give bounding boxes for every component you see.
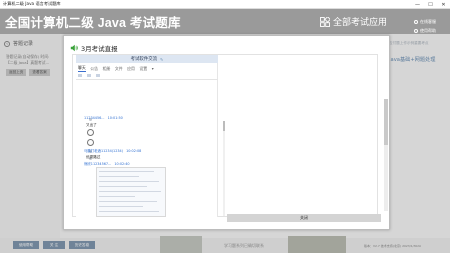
shared-screenshot [96, 167, 166, 217]
dialog-title: 3月考试直报 [81, 45, 118, 53]
screenshot-line [99, 196, 135, 198]
group-title-bar: 考试软件交流 ✎ [76, 55, 218, 63]
message-time: 10:02:08 [126, 149, 142, 153]
tab-notice[interactable]: 公告 [90, 66, 98, 72]
chat-message-header: 11234456... 10:01:50 [84, 116, 123, 120]
chat-divider [76, 79, 218, 80]
screenshot-line [99, 176, 139, 178]
emoji-icon [87, 129, 94, 136]
window-titlebar: 计算机二级 Java 语言考试题库 — ☐ ✕ [0, 0, 450, 9]
chat-scrollbar[interactable] [223, 121, 225, 216]
header-links: 在线客服 使用帮助 [414, 19, 436, 34]
dialog-scroll-thumb[interactable] [384, 99, 388, 145]
all-exams-label: 全部考试应用 [333, 18, 388, 28]
tab-chat[interactable]: 聊天 [78, 65, 86, 72]
all-exams-button[interactable]: 全部考试应用 [320, 15, 387, 28]
message-time: 10:01:50 [107, 116, 123, 120]
message-time: 10:02:40 [114, 162, 130, 166]
window-title: 计算机二级 Java 语言考试题库 [3, 1, 61, 6]
screenshot-line [99, 201, 157, 203]
app-title: 全国计算机二级 Java 考试题库 [5, 16, 181, 30]
chat-message-header: 熊欣11234567... 10:02:40 [84, 161, 130, 166]
tab-files[interactable]: 文件 [115, 66, 123, 72]
sender-name: 马鹏打老酒11234(1234) [84, 149, 124, 153]
support-icon [414, 20, 418, 24]
support-link[interactable]: 在线客服 [414, 19, 436, 25]
dialog-content: 考试软件交流 ✎ 聊天 公告 相册 文件 应用 设置 ▾ 11234456... [72, 54, 388, 217]
chat-scroll-thumb[interactable] [223, 121, 225, 131]
exam-news-dialog: 3月考试直报 考试软件交流 ✎ 聊天 公告 相册 文件 应用 设置 ▾ 1123… [63, 35, 390, 230]
message-text: 又出了 [86, 123, 97, 127]
chat-tabs: 聊天 公告 相册 文件 应用 设置 ▾ [76, 65, 218, 72]
screenshot-line [99, 186, 147, 188]
screenshot-line [99, 211, 159, 213]
tool-icon-1[interactable] [78, 74, 82, 77]
tab-more-icon[interactable]: ▾ [152, 66, 154, 71]
tool-icon-2[interactable] [87, 74, 91, 77]
window-controls: — ☐ ✕ [411, 0, 450, 9]
message-text: 优秀路过 [86, 155, 101, 159]
close-window-button[interactable]: ✕ [437, 0, 450, 9]
screenshot-line [99, 181, 159, 183]
chat-message-header: 马鹏打老酒11234(1234) 10:02:08 [84, 148, 141, 153]
tab-settings[interactable]: 设置 [139, 66, 147, 72]
emoji-icon [87, 139, 94, 146]
tool-icon-3[interactable] [96, 74, 100, 77]
minimize-button[interactable]: — [411, 0, 424, 9]
screenshot-line [99, 171, 154, 173]
help-icon [414, 29, 418, 33]
close-dialog-button[interactable]: 关闭 [227, 214, 381, 222]
screenshot-line [99, 206, 143, 208]
support-label: 在线客服 [420, 19, 436, 24]
apps-grid-icon [320, 16, 330, 27]
speaker-icon [70, 44, 78, 52]
screenshot-line [99, 191, 161, 193]
group-title: 考试软件交流 [130, 57, 157, 62]
sender-name: 11234456... [84, 116, 105, 120]
dialog-title-row: 3月考试直报 [70, 43, 118, 53]
app-header: 全国计算机二级 Java 考试题库 全部考试应用 在线客服 使用帮助 [0, 9, 450, 34]
sender-name: 熊欣11234567... [84, 162, 112, 166]
chat-toolbar [78, 73, 218, 78]
tab-apps[interactable]: 应用 [127, 66, 135, 72]
chat-screenshot: 考试软件交流 ✎ 聊天 公告 相册 文件 应用 设置 ▾ 11234456... [76, 55, 218, 217]
tab-album[interactable]: 相册 [103, 66, 111, 72]
group-edit-icon: ✎ [160, 56, 164, 62]
maximize-button[interactable]: ☐ [424, 0, 437, 9]
